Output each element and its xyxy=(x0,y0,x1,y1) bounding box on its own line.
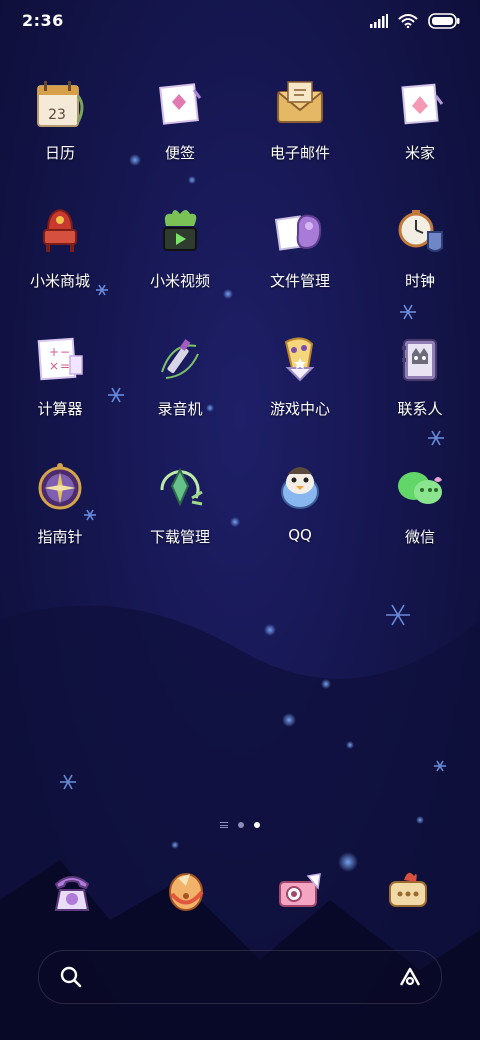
app-label: 米家 xyxy=(404,144,435,162)
app-mi-store[interactable]: 小米商城 xyxy=(0,200,120,291)
page-dot-active xyxy=(254,822,260,828)
qq-icon xyxy=(281,467,319,509)
email-icon xyxy=(277,81,323,123)
status-bar: 2:36 xyxy=(0,0,480,44)
app-qq[interactable]: QQ xyxy=(240,456,360,544)
page-dot xyxy=(238,822,244,828)
app-compass[interactable]: 指南针 xyxy=(0,456,120,547)
app-calendar[interactable]: 23 日历 xyxy=(0,72,120,163)
app-label: 小米视频 xyxy=(149,272,210,290)
search-icon[interactable] xyxy=(59,965,83,989)
phone-icon xyxy=(54,876,90,911)
app-label: 游戏中心 xyxy=(269,400,330,418)
app-clock[interactable]: 时钟 xyxy=(360,200,480,291)
app-label: 文件管理 xyxy=(269,272,330,290)
app-label: 小米商城 xyxy=(29,272,90,290)
notes-icon xyxy=(159,83,202,125)
camera-icon xyxy=(279,873,321,907)
app-label: 下载管理 xyxy=(149,528,210,546)
app-game-center[interactable]: 游戏中心 xyxy=(240,328,360,419)
clock-icon xyxy=(398,210,443,252)
app-label: 录音机 xyxy=(157,400,203,418)
recorder-icon xyxy=(161,339,199,379)
svg-text:×: × xyxy=(49,359,59,373)
app-wechat[interactable]: 微信 xyxy=(360,456,480,547)
status-time: 2:36 xyxy=(22,11,64,30)
app-label: 时钟 xyxy=(404,272,435,290)
downloads-icon xyxy=(160,467,203,507)
mijia-icon xyxy=(401,83,444,125)
battery-icon xyxy=(428,13,460,29)
dock-camera[interactable] xyxy=(240,860,360,924)
contacts-icon xyxy=(402,339,437,381)
calculator-icon: + − × = xyxy=(37,337,83,381)
messages-icon xyxy=(389,872,427,907)
app-mi-video[interactable]: 小米视频 xyxy=(120,200,240,291)
file-manager-icon xyxy=(274,214,322,251)
app-label: 指南针 xyxy=(37,528,83,546)
svg-text:=: = xyxy=(60,359,70,373)
app-file-manager[interactable]: 文件管理 xyxy=(240,200,360,291)
app-label: 电子邮件 xyxy=(269,144,330,162)
app-label: 计算器 xyxy=(37,400,83,418)
app-contacts[interactable]: 联系人 xyxy=(360,328,480,419)
wechat-icon xyxy=(398,472,442,504)
app-label: 便签 xyxy=(164,144,195,162)
dock-browser[interactable] xyxy=(126,860,246,924)
signal-icon xyxy=(370,14,388,28)
svg-text:+: + xyxy=(49,345,59,359)
app-label: 日历 xyxy=(44,144,75,162)
search-bar[interactable] xyxy=(38,950,442,1004)
wifi-icon xyxy=(398,14,418,28)
app-label: QQ xyxy=(288,526,312,544)
app-recorder[interactable]: 录音机 xyxy=(120,328,240,419)
app-downloads[interactable]: 下载管理 xyxy=(120,456,240,547)
browser-icon xyxy=(169,873,204,911)
app-email[interactable]: 电子邮件 xyxy=(240,72,360,163)
app-label: 微信 xyxy=(404,528,435,546)
app-mijia[interactable]: 米家 xyxy=(360,72,480,163)
page-indicator-menu xyxy=(220,822,228,828)
page-indicator[interactable] xyxy=(0,822,480,828)
svg-text:23: 23 xyxy=(48,107,66,123)
game-center-icon xyxy=(284,337,315,382)
assistant-icon[interactable] xyxy=(397,965,423,989)
svg-text:−: − xyxy=(60,345,70,359)
video-icon xyxy=(163,210,197,251)
status-icons xyxy=(370,13,460,29)
app-calculator[interactable]: + − × = 计算器 xyxy=(0,328,120,419)
app-notes[interactable]: 便签 xyxy=(120,72,240,163)
dock xyxy=(0,860,480,924)
calendar-icon: 23 xyxy=(37,81,84,127)
dock-phone[interactable] xyxy=(12,860,132,924)
app-label: 联系人 xyxy=(397,400,443,418)
compass-icon xyxy=(38,463,82,510)
store-icon xyxy=(43,208,77,252)
dock-messages[interactable] xyxy=(348,860,468,924)
